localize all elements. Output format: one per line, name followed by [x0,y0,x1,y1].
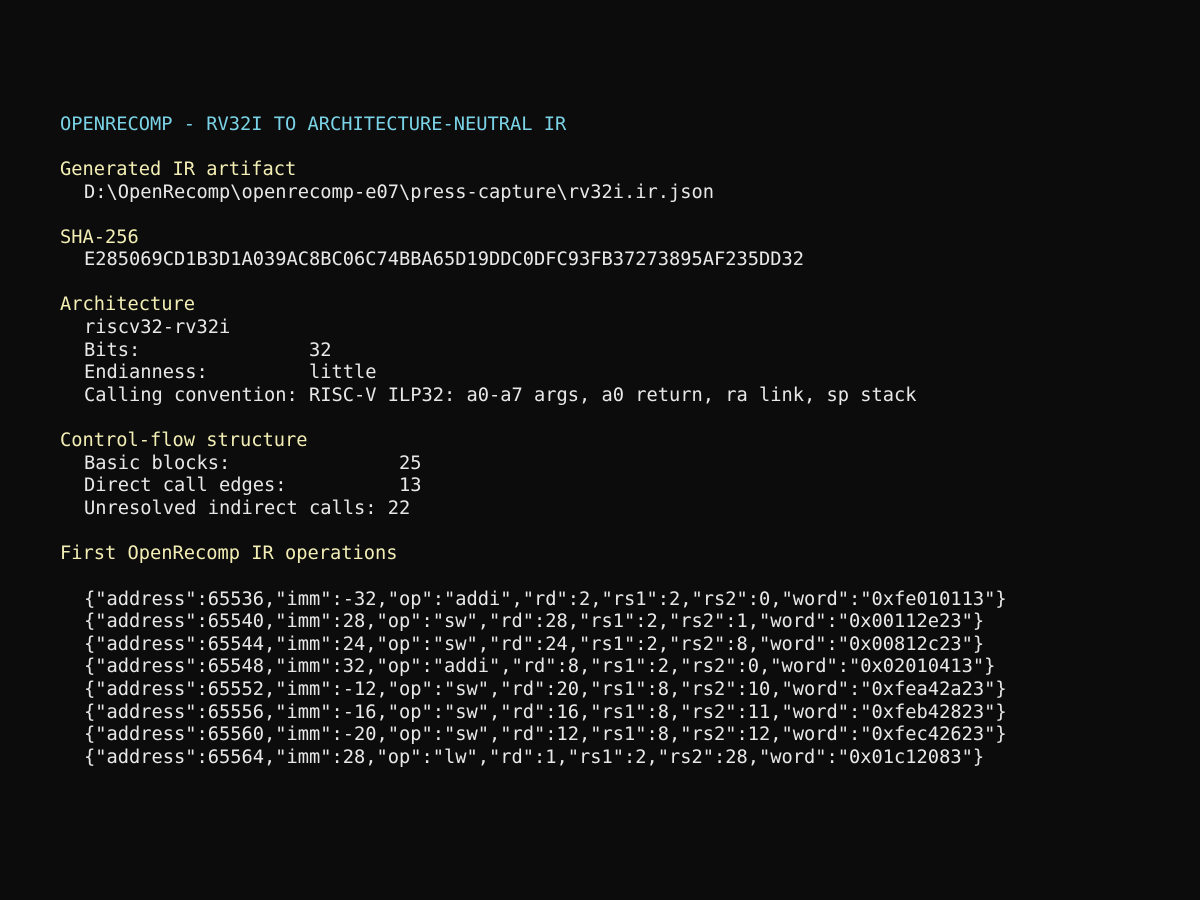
control-flow-direct-call-edges: Direct call edges: 13 [84,475,422,496]
terminal-window: OPENRECOMP - RV32I TO ARCHITECTURE-NEUTR… [0,0,1200,900]
artifact-heading: Generated IR artifact [60,159,297,180]
ir-operations-heading: First OpenRecomp IR operations [60,543,398,564]
sha-value: E285069CD1B3D1A039AC8BC06C74BBA65D19DDC0… [84,249,805,270]
control-flow-basic-blocks: Basic blocks: 25 [84,453,422,474]
sha-heading: SHA-256 [60,227,139,248]
ir-operation-line: {"address":65544,"imm":24,"op":"sw","rd"… [84,634,985,655]
ir-operation-line: {"address":65552,"imm":-12,"op":"sw","rd… [84,679,1007,700]
ir-operation-line: {"address":65564,"imm":28,"op":"lw","rd"… [84,747,985,768]
control-flow-unresolved-indirect-calls: Unresolved indirect calls: 22 [84,498,411,519]
architecture-heading: Architecture [60,294,196,315]
page-title: OPENRECOMP - RV32I TO ARCHITECTURE-NEUTR… [60,114,567,135]
control-flow-heading: Control-flow structure [60,430,308,451]
ir-operation-line: {"address":65560,"imm":-20,"op":"sw","rd… [84,724,1007,745]
architecture-calling-convention: Calling convention: RISC-V ILP32: a0-a7 … [84,385,917,406]
architecture-endianness: Endianness: little [84,362,377,383]
ir-operation-line: {"address":65556,"imm":-16,"op":"sw","rd… [84,702,1007,723]
artifact-path: D:\OpenRecomp\openrecomp-e07\press-captu… [84,182,715,203]
ir-operation-line: {"address":65540,"imm":28,"op":"sw","rd"… [84,611,985,632]
architecture-bits: Bits: 32 [84,340,332,361]
ir-operation-line: {"address":65536,"imm":-32,"op":"addi","… [84,589,1007,610]
architecture-name: riscv32-rv32i [84,317,231,338]
ir-operation-line: {"address":65548,"imm":32,"op":"addi","r… [84,656,996,677]
